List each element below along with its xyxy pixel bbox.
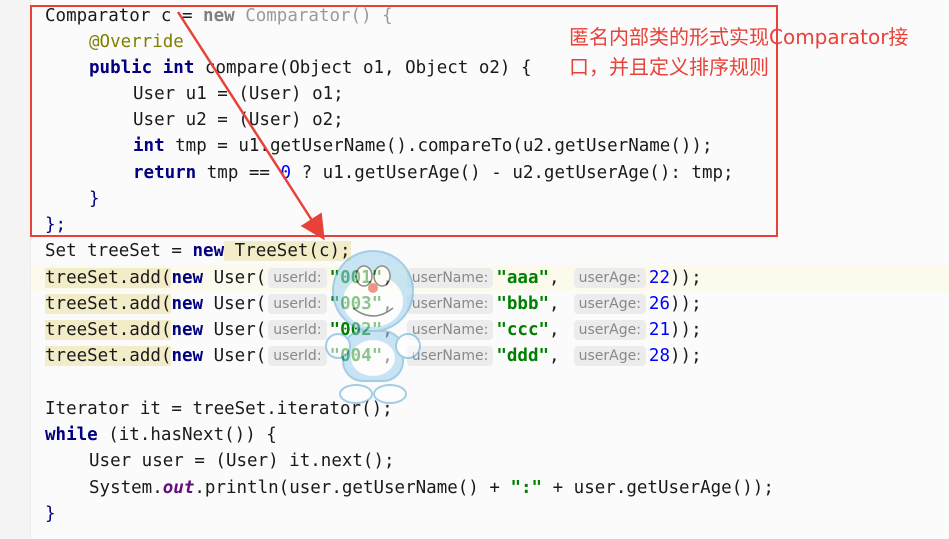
annotation-arrow-icon (176, 11, 325, 241)
